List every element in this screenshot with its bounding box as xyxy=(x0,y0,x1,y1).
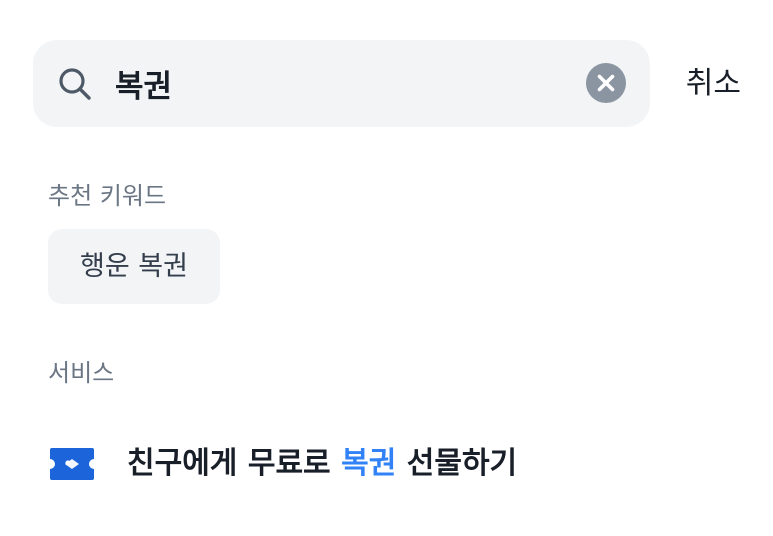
service-label: 친구에게 무료로 복권 선물하기 xyxy=(127,430,517,498)
service-label-after: 선물하기 xyxy=(396,446,518,481)
service-item-gift-lottery[interactable]: 친구에게 무료로 복권 선물하기 xyxy=(48,430,728,498)
recommended-keywords-title: 추천 키워드 xyxy=(48,182,167,210)
clear-button[interactable] xyxy=(586,63,626,103)
services-title: 서비스 xyxy=(48,359,115,387)
search-input[interactable] xyxy=(115,40,575,127)
clear-icon xyxy=(597,74,615,92)
keyword-chip-lucky-lottery[interactable]: 행운 복권 xyxy=(48,229,220,304)
cancel-button[interactable]: 취소 xyxy=(681,40,741,127)
search-icon xyxy=(59,68,91,100)
ticket-icon xyxy=(50,448,94,480)
service-label-before: 친구에게 무료로 xyxy=(127,446,342,481)
service-label-highlight: 복권 xyxy=(341,446,397,481)
search-box[interactable] xyxy=(33,40,650,127)
search-row: 취소 xyxy=(33,40,741,127)
